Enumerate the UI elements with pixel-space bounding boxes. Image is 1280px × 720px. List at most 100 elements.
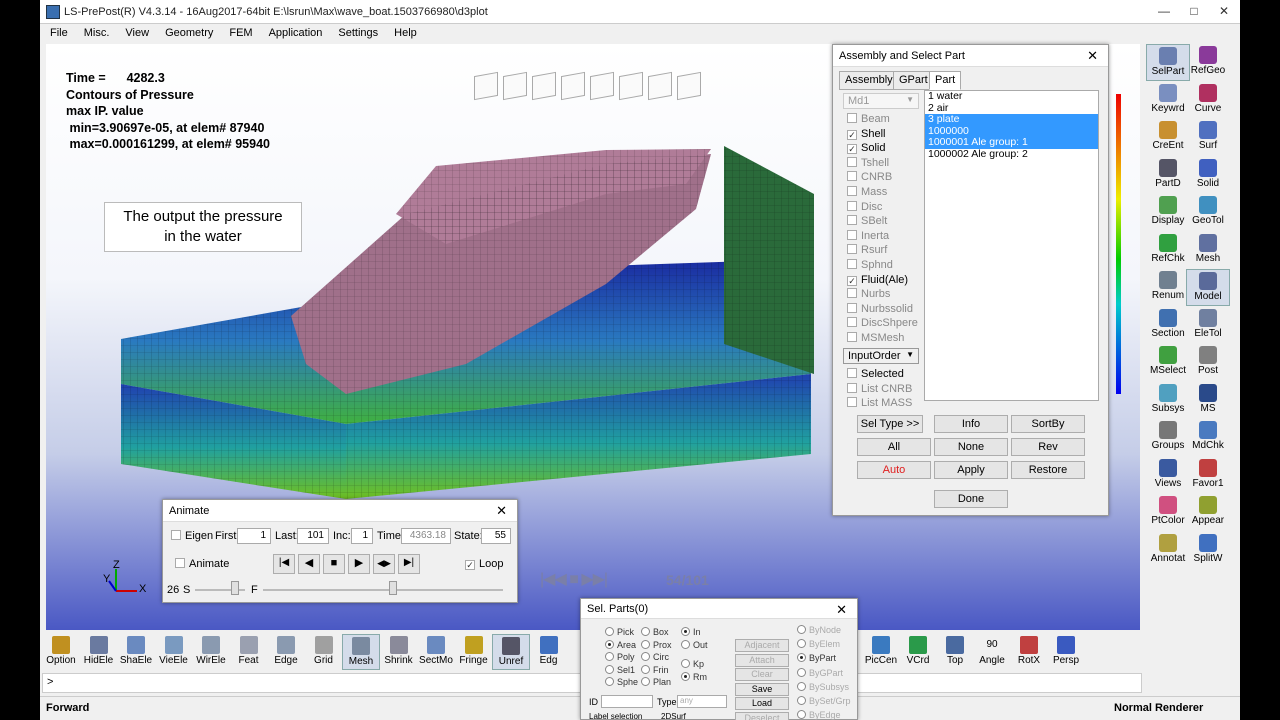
tool-refchk[interactable]: RefChk xyxy=(1146,232,1190,269)
part-list-item[interactable]: 3 plate xyxy=(925,113,1098,126)
state-input[interactable]: 55 xyxy=(481,528,511,544)
tab-assembly[interactable]: Assembly xyxy=(839,71,899,90)
animate-checkbox[interactable]: Animate xyxy=(175,558,229,570)
tool-mselect[interactable]: MSelect xyxy=(1146,344,1190,381)
part-list-item[interactable]: 1000001 Ale group: 1 xyxy=(925,136,1098,149)
close-icon[interactable]: ✕ xyxy=(496,503,507,519)
list-cnrb-checkbox[interactable]: List CNRB xyxy=(847,383,912,395)
tool-splitw[interactable]: SplitW xyxy=(1186,532,1230,569)
all-button[interactable]: All xyxy=(857,438,931,456)
last-frame-button[interactable]: ▶| xyxy=(398,554,420,574)
tool-views[interactable]: Views xyxy=(1146,457,1190,494)
maximize-button[interactable]: □ xyxy=(1180,2,1208,20)
menu-application[interactable]: Application xyxy=(259,24,329,39)
tool-model[interactable]: Model xyxy=(1186,269,1230,306)
radio-byelem[interactable]: ByElem xyxy=(797,639,840,649)
radio-bynode[interactable]: ByNode xyxy=(797,625,841,635)
clear-button[interactable]: Clear xyxy=(735,668,789,681)
speed-slider-handle[interactable] xyxy=(231,581,239,595)
load-button[interactable]: Load xyxy=(735,697,789,710)
radio-box[interactable]: Box xyxy=(641,627,669,637)
tool-renum[interactable]: Renum xyxy=(1146,269,1190,306)
radio-byedge[interactable]: ByEdge xyxy=(797,710,841,720)
radio-area[interactable]: Area xyxy=(605,639,636,650)
radio-sphe[interactable]: Sphe xyxy=(605,677,638,687)
tool-edge[interactable]: Edge xyxy=(267,634,305,670)
menu-view[interactable]: View xyxy=(115,24,155,39)
rev-button[interactable]: Rev xyxy=(1011,438,1085,456)
info-button[interactable]: Info xyxy=(934,415,1008,433)
type-checkbox-cnrb[interactable]: CNRB xyxy=(847,171,892,183)
radio-bygpart[interactable]: ByGPart xyxy=(797,667,843,678)
menu-help[interactable]: Help xyxy=(384,24,423,39)
close-icon[interactable]: ✕ xyxy=(1087,48,1098,64)
sortby-button[interactable]: SortBy xyxy=(1011,415,1085,433)
tool-angle[interactable]: 90 Angle xyxy=(973,634,1011,670)
tool-persp[interactable]: Persp xyxy=(1047,634,1085,670)
play-back-button[interactable]: ◀ xyxy=(298,554,320,574)
type-checkbox-nurbssolid[interactable]: Nurbssolid xyxy=(847,302,913,315)
radio-circ[interactable]: Circ xyxy=(641,652,669,662)
part-list[interactable]: 1 water 2 air 3 plate 1000000 1000001 Ale gr… xyxy=(924,90,1099,401)
part-list-item[interactable]: 1000002 Ale group: 2 xyxy=(925,148,1098,161)
radio-frin[interactable]: Frin xyxy=(641,664,669,675)
type-checkbox-sbelt[interactable]: SBelt xyxy=(847,215,887,227)
view-cube-icon[interactable] xyxy=(677,71,701,101)
type-select[interactable]: any xyxy=(677,695,727,708)
type-checkbox-nurbs[interactable]: Nurbs xyxy=(847,288,890,300)
tool-shrink[interactable]: Shrink xyxy=(380,634,418,670)
apply-button[interactable]: Apply xyxy=(934,461,1008,479)
view-cube-icon[interactable] xyxy=(561,71,585,101)
type-checkbox-mass[interactable]: Mass xyxy=(847,186,887,198)
done-button[interactable]: Done xyxy=(934,490,1008,508)
type-checkbox-solid[interactable]: ✓ Solid xyxy=(847,142,885,155)
first-frame-button[interactable]: |◀ xyxy=(273,554,295,574)
tool-partd[interactable]: PartD xyxy=(1146,157,1190,194)
inc-input[interactable]: 1 xyxy=(351,528,373,544)
tool-grid[interactable]: Grid xyxy=(305,634,343,670)
tool-hidele[interactable]: HidEle xyxy=(80,634,118,670)
tool-rotx[interactable]: RotX xyxy=(1010,634,1048,670)
type-checkbox-disc[interactable]: Disc xyxy=(847,200,882,213)
radio-poly[interactable]: Poly xyxy=(605,652,635,662)
tool-ptcolor[interactable]: PtColor xyxy=(1146,494,1190,531)
tool-mesh[interactable]: Mesh xyxy=(1186,232,1230,269)
id-input[interactable] xyxy=(601,695,653,708)
attach-button[interactable]: Attach xyxy=(735,653,789,667)
tab-part[interactable]: Part xyxy=(929,71,962,90)
close-button[interactable]: ✕ xyxy=(1210,2,1238,20)
tool-ms[interactable]: MS xyxy=(1186,382,1230,419)
frame-slider-handle[interactable] xyxy=(389,581,397,595)
tool-creent[interactable]: CreEnt xyxy=(1146,119,1190,156)
tool-feat[interactable]: Feat xyxy=(230,634,268,670)
tool-curve[interactable]: Curve xyxy=(1186,82,1230,119)
tab-gpart[interactable]: GPart xyxy=(893,71,934,90)
auto-button[interactable]: Auto xyxy=(857,461,931,479)
tool-eletol[interactable]: EleTol xyxy=(1186,307,1230,344)
tool-refgeo[interactable]: RefGeo xyxy=(1186,44,1230,81)
tool-keywrd[interactable]: Keywrd xyxy=(1146,82,1190,119)
tool-subsys[interactable]: Subsys xyxy=(1146,382,1190,419)
none-button[interactable]: None xyxy=(934,438,1008,456)
radio-rm[interactable]: Rm xyxy=(681,671,707,682)
tool-appear[interactable]: Appear xyxy=(1186,494,1230,531)
type-checkbox-rsurf[interactable]: Rsurf xyxy=(847,244,887,256)
step-button[interactable]: ◀▶ xyxy=(373,554,395,574)
radio-bysetgrp[interactable]: BySet/Grp xyxy=(797,696,851,706)
last-input[interactable]: 101 xyxy=(297,528,329,544)
type-checkbox-tshell[interactable]: Tshell xyxy=(847,156,889,169)
tool-selpart[interactable]: SelPart xyxy=(1146,44,1190,81)
tool-wirele[interactable]: WirEle xyxy=(192,634,230,670)
save-button[interactable]: Save xyxy=(735,682,789,696)
first-input[interactable]: 1 xyxy=(237,528,271,544)
view-cube-icon[interactable] xyxy=(648,71,672,101)
part-list-item[interactable]: 1 water xyxy=(925,90,1098,103)
menu-file[interactable]: File xyxy=(40,24,74,39)
radio-sel1[interactable]: Sel1 xyxy=(605,664,635,675)
stop-button[interactable]: ■ xyxy=(323,554,345,574)
type-checkbox-fluidale[interactable]: ✓ Fluid(Ale) xyxy=(847,274,908,286)
tool-edg[interactable]: Edg xyxy=(530,634,568,670)
tool-display[interactable]: Display xyxy=(1146,194,1190,231)
tool-vcrd[interactable]: VCrd xyxy=(899,634,937,670)
tool-solid[interactable]: Solid xyxy=(1186,157,1230,194)
